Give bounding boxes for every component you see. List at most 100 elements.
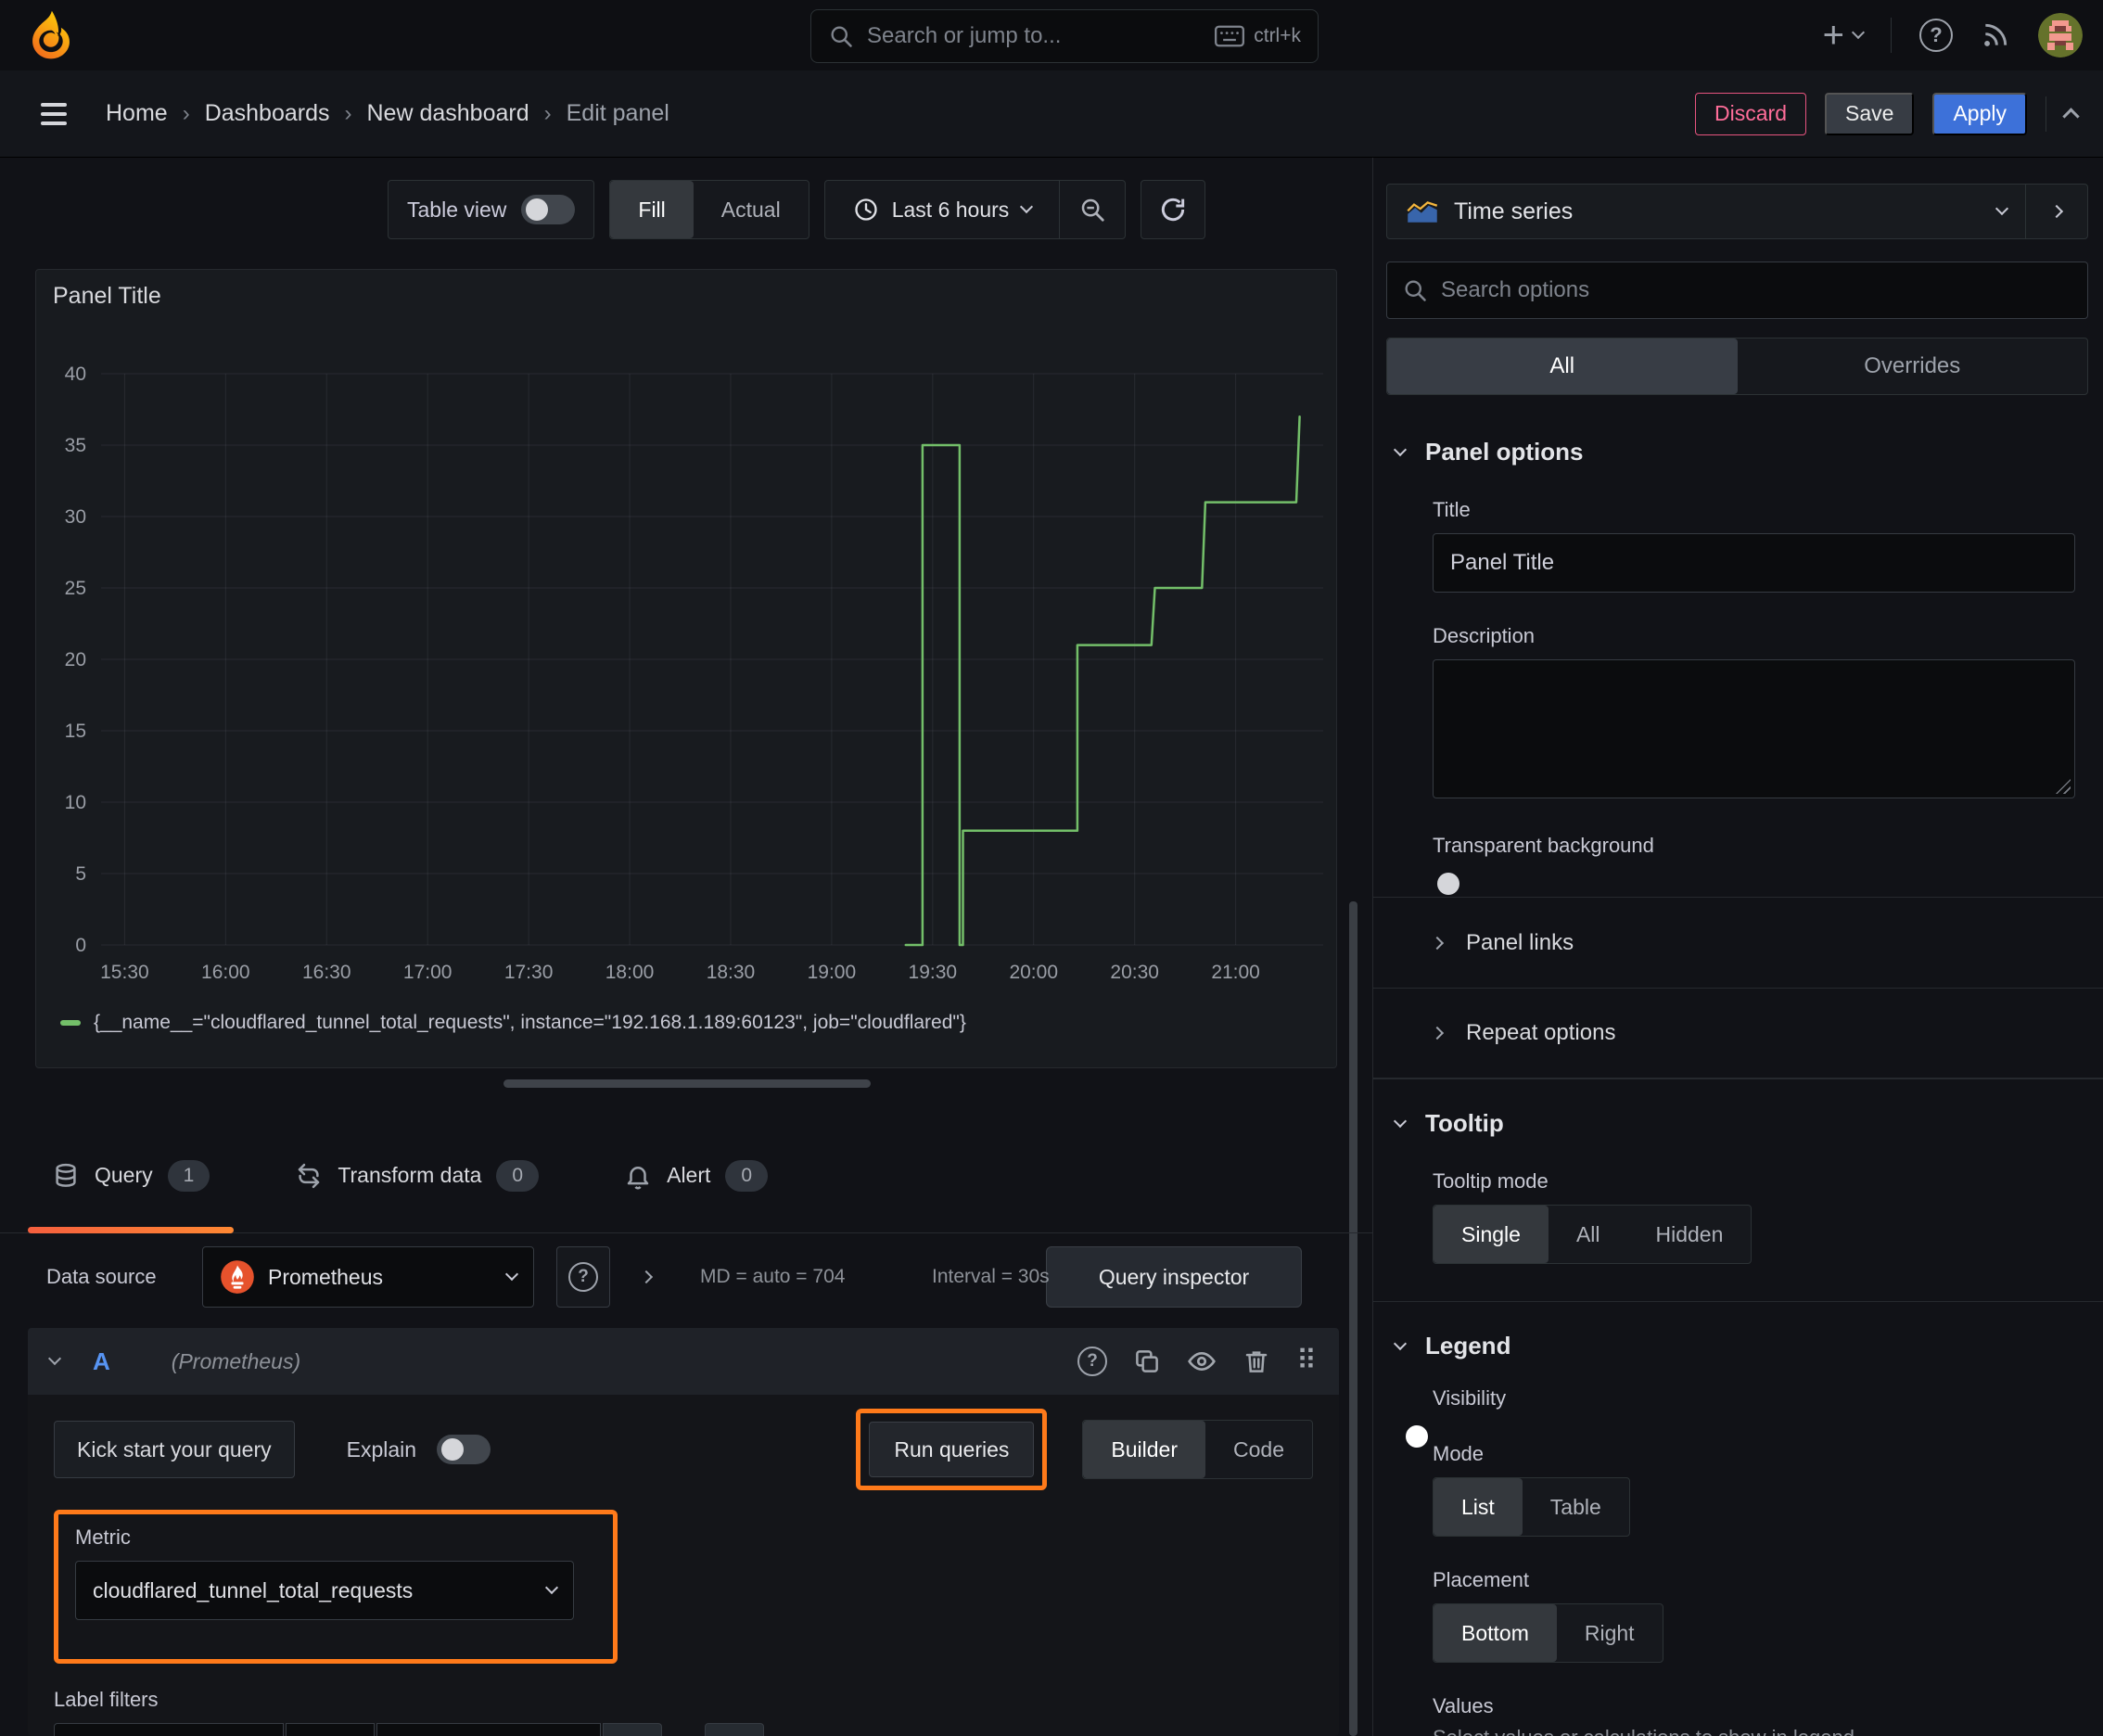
metric-value: cloudflared_tunnel_total_requests: [93, 1577, 414, 1602]
explain-toggle[interactable]: [437, 1435, 491, 1464]
legend-placement-bottom[interactable]: Bottom: [1434, 1604, 1557, 1662]
remove-filter-button[interactable]: ✕: [603, 1723, 662, 1736]
panel-options-title: Panel options: [1425, 438, 1584, 466]
builder-option[interactable]: Builder: [1083, 1421, 1206, 1478]
table-view-toggle[interactable]: [521, 195, 576, 224]
breadcrumb-separator: ›: [344, 100, 352, 126]
label-filter-row: Select label = Select value ✕ +: [54, 1723, 1313, 1736]
tab-overrides[interactable]: Overrides: [1738, 338, 2088, 394]
tab-all[interactable]: All: [1387, 338, 1738, 394]
user-avatar[interactable]: [2038, 13, 2083, 57]
viz-suggestions-button[interactable]: [2026, 185, 2087, 238]
legend-placement-right[interactable]: Right: [1557, 1604, 1663, 1662]
explain-label: Explain: [346, 1436, 417, 1462]
top-nav: Search or jump to... ctrl+k + ?: [0, 0, 2103, 70]
zoom-out-button[interactable]: [1060, 181, 1125, 238]
table-view-control: Table view: [388, 180, 595, 239]
help-icon[interactable]: ?: [1919, 19, 1953, 52]
repeat-options-row[interactable]: Repeat options: [1373, 988, 2103, 1079]
actual-option[interactable]: Actual: [694, 181, 809, 238]
add-filter-button[interactable]: +: [705, 1723, 764, 1736]
breadcrumb-current: Edit panel: [566, 100, 669, 126]
panel-options-pane: Time series Search options All Overrides…: [1372, 158, 2103, 1736]
zoom-out-icon: [1078, 196, 1106, 223]
breadcrumb-bar: Home › Dashboards › New dashboard › Edit…: [0, 70, 2103, 158]
query-options-expander[interactable]: [639, 1246, 654, 1308]
select-label-dropdown[interactable]: Select label: [54, 1723, 284, 1736]
code-option[interactable]: Code: [1205, 1421, 1312, 1478]
legend-header[interactable]: Legend: [1373, 1332, 2103, 1360]
fill-option[interactable]: Fill: [610, 181, 694, 238]
kick-start-button[interactable]: Kick start your query: [54, 1421, 295, 1478]
svg-text:17:00: 17:00: [403, 962, 452, 983]
refresh-icon: [1158, 195, 1188, 224]
breadcrumb-dashboards[interactable]: Dashboards: [205, 100, 330, 127]
toggle-visibility-icon[interactable]: [1187, 1347, 1217, 1376]
legend-mode-list[interactable]: List: [1434, 1478, 1523, 1536]
tooltip-mode-hidden[interactable]: Hidden: [1628, 1206, 1752, 1263]
breadcrumb-home[interactable]: Home: [106, 100, 168, 127]
query-editor-body: Kick start your query Explain Run querie…: [28, 1395, 1339, 1736]
tab-query[interactable]: Query 1: [28, 1118, 235, 1233]
select-value-dropdown[interactable]: Select value: [376, 1723, 601, 1736]
alert-count-badge: 0: [725, 1159, 769, 1192]
discard-button[interactable]: Discard: [1695, 92, 1807, 135]
visualization-picker: Time series: [1386, 184, 2088, 239]
tooltip-header[interactable]: Tooltip: [1373, 1109, 2103, 1138]
timeseries-viz-icon: [1406, 199, 1439, 224]
news-icon[interactable]: [1981, 20, 2010, 50]
description-textarea[interactable]: [1433, 659, 2075, 798]
add-new-button[interactable]: +: [1823, 17, 1866, 54]
options-search[interactable]: Search options: [1386, 262, 2088, 319]
chart-legend: {__name__="cloudflared_tunnel_total_requ…: [60, 1012, 966, 1034]
main-scrollbar[interactable]: [1349, 901, 1357, 1736]
collapse-query-icon[interactable]: [47, 1351, 62, 1366]
legend-placement-label: Placement: [1433, 1568, 1529, 1591]
bell-icon: [624, 1162, 652, 1190]
svg-text:25: 25: [65, 578, 86, 599]
refresh-button[interactable]: [1141, 180, 1206, 239]
panel-options-header[interactable]: Panel options: [1373, 438, 2103, 466]
builder-code-switch: Builder Code: [1082, 1420, 1313, 1479]
datasource-picker[interactable]: Prometheus: [202, 1246, 534, 1308]
operator-dropdown[interactable]: =: [286, 1723, 375, 1736]
section-tooltip: Tooltip Tooltip mode Single All Hidden: [1373, 1079, 2103, 1264]
resize-handle-icon[interactable]: [2056, 779, 2071, 794]
transform-count-badge: 0: [496, 1159, 540, 1192]
legend-swatch: [60, 1020, 81, 1026]
save-button[interactable]: Save: [1825, 92, 1915, 135]
menu-toggle-icon[interactable]: [41, 102, 67, 125]
help-icon[interactable]: ?: [1077, 1347, 1108, 1376]
datasource-help-button[interactable]: ?: [556, 1246, 610, 1308]
tooltip-mode-single[interactable]: Single: [1434, 1206, 1549, 1263]
drag-handle-icon[interactable]: ⠿: [1296, 1347, 1317, 1375]
svg-text:0: 0: [75, 935, 86, 956]
panel-title-input[interactable]: [1433, 533, 2075, 593]
collapse-header-icon[interactable]: [2062, 108, 2080, 125]
svg-text:19:00: 19:00: [808, 962, 857, 983]
pane-resize-handle[interactable]: [503, 1079, 871, 1088]
grafana-logo-icon[interactable]: [24, 8, 78, 62]
tooltip-mode-all[interactable]: All: [1549, 1206, 1628, 1263]
apply-button[interactable]: Apply: [1932, 92, 2027, 135]
metric-select[interactable]: cloudflared_tunnel_total_requests: [75, 1561, 574, 1620]
global-search-input[interactable]: Search or jump to... ctrl+k: [810, 9, 1319, 63]
query-inspector-button[interactable]: Query inspector: [1046, 1246, 1302, 1308]
tab-alert[interactable]: Alert 0: [600, 1118, 792, 1232]
datasource-label: Data source: [46, 1265, 157, 1288]
run-queries-button[interactable]: Run queries: [869, 1422, 1035, 1477]
tooltip-mode-label: Tooltip mode: [1433, 1169, 1549, 1193]
legend-mode-table[interactable]: Table: [1523, 1478, 1629, 1536]
panel-links-row[interactable]: Panel links: [1373, 897, 2103, 988]
breadcrumb-new-dashboard[interactable]: New dashboard: [367, 100, 529, 127]
tab-transform-data[interactable]: Transform data 0: [271, 1118, 563, 1232]
duplicate-icon[interactable]: [1133, 1347, 1161, 1375]
query-row-header[interactable]: A (Prometheus) ? ⠿: [28, 1328, 1339, 1395]
legend-series-label[interactable]: {__name__="cloudflared_tunnel_total_requ…: [94, 1012, 966, 1034]
time-range-picker[interactable]: Last 6 hours: [825, 181, 1060, 238]
delete-icon[interactable]: [1243, 1347, 1270, 1375]
query-datasource-hint: (Prometheus): [171, 1348, 301, 1373]
search-icon: [1402, 277, 1428, 303]
visualization-select[interactable]: Time series: [1387, 185, 2026, 238]
datasource-name: Prometheus: [268, 1264, 384, 1289]
